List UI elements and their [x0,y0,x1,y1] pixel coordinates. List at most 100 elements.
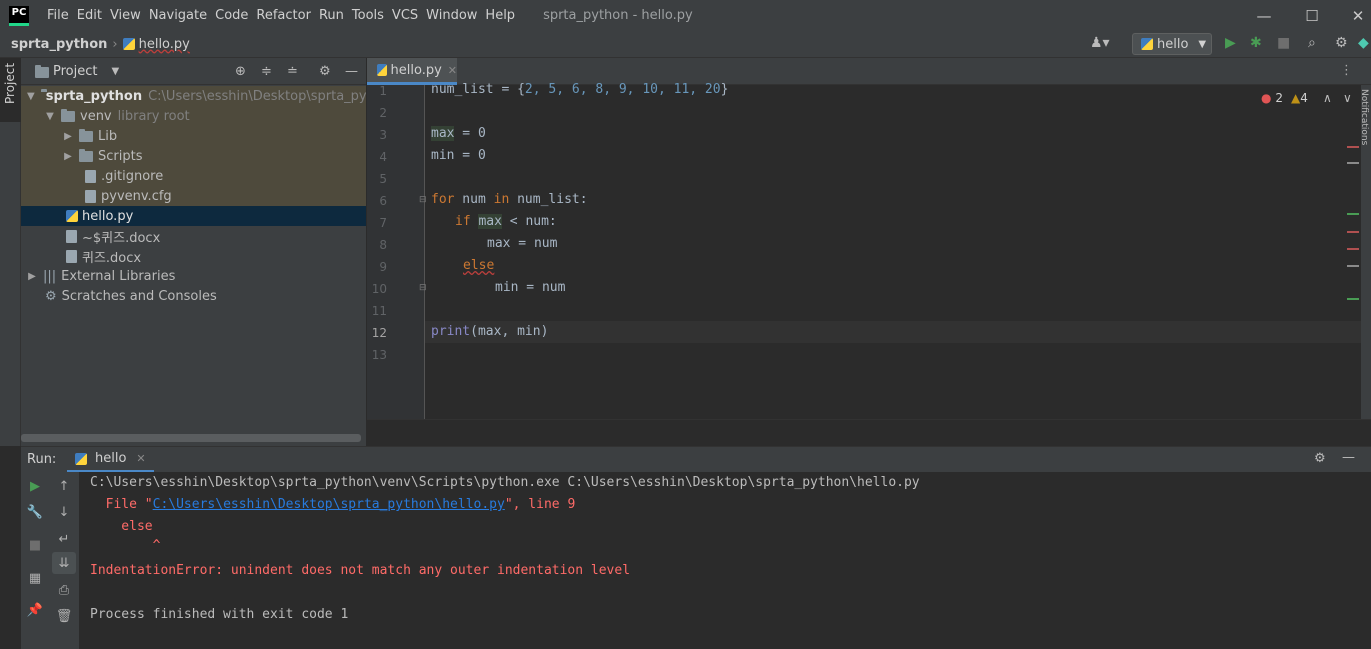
chevron-down-icon[interactable]: ∨ [1343,91,1352,105]
run-console[interactable]: C:\Users\esshin\Desktop\sprta_python\ven… [79,472,1371,649]
close-icon[interactable]: ✕ [136,452,145,465]
close-button[interactable]: ✕ [1335,0,1371,31]
menu-window[interactable]: Window [422,0,481,31]
error-icon: ● [1261,91,1272,105]
search-icon[interactable]: ⌕ [1308,35,1316,51]
editor-tab-bar: hello.py ✕ ⋮ [367,58,1371,85]
print-icon[interactable]: ⎙ [54,580,74,600]
debug-icon[interactable]: ✱ [1250,35,1262,51]
account-icon[interactable]: ♟▾ [1090,35,1110,51]
tree-item-label: .gitignore [101,168,164,184]
run-icon[interactable]: ▶ [1225,35,1236,51]
soft-wrap-icon[interactable]: ↵ [54,529,74,549]
collapse-all-icon[interactable]: ≐ [287,64,298,79]
locate-icon[interactable]: ⊕ [235,64,246,79]
fold-icon[interactable]: ⊟ [419,283,427,293]
chevron-down-icon[interactable]: ▼ [111,66,119,77]
chevron-up-icon[interactable]: ∧ [1323,91,1332,105]
plugin-icon[interactable]: ◆ [1358,35,1369,51]
chevron-down-icon[interactable]: ▼ [45,111,55,122]
error-stripe-mark[interactable] [1347,146,1359,148]
traceback-file-link[interactable]: C:\Users\esshin\Desktop\sprta_python\hel… [153,497,505,512]
minimize-button[interactable]: — [1241,0,1287,31]
tree-item-lib[interactable]: ▶ Lib [21,126,366,146]
gear-icon[interactable]: ⚙ [319,64,331,79]
wrench-icon[interactable]: 🔧 [25,502,45,522]
arrow-up-icon[interactable]: ↑ [54,476,74,496]
menu-tools[interactable]: Tools [348,0,388,31]
stripe-mark[interactable] [1347,213,1359,215]
error-count[interactable]: ● 2 [1261,91,1283,105]
tree-item-label: Lib [98,128,118,144]
chevron-right-icon: › [112,36,118,52]
python-icon [1141,38,1153,50]
stripe-mark[interactable] [1347,298,1359,300]
menu-view[interactable]: View [106,0,145,31]
menu-code[interactable]: Code [211,0,252,31]
menu-navigate[interactable]: Navigate [145,0,211,31]
more-icon[interactable]: ⋮ [1340,63,1353,78]
tree-item-pyvenv[interactable]: pyvenv.cfg [21,186,366,206]
fold-icon[interactable]: ⊟ [419,195,427,205]
stripe-mark[interactable] [1347,265,1359,267]
settings-icon[interactable]: ⚙ [1335,35,1348,51]
arrow-down-icon[interactable]: ↓ [54,502,74,522]
trash-icon[interactable]: 🗑 [54,606,74,626]
tree-item-tmpdoc[interactable]: ~$퀴즈.docx [21,226,366,246]
tree-item-external-libraries[interactable]: ▶ ||| External Libraries [21,266,366,286]
chevron-right-icon[interactable]: ▶ [63,131,73,142]
chevron-down-icon[interactable]: ▼ [27,91,35,102]
menu-help[interactable]: Help [481,0,519,31]
folder-icon [79,148,93,162]
run-tab-hello[interactable]: hello ✕ [67,447,154,473]
rerun-icon[interactable]: ▶ [25,476,45,496]
stop-icon[interactable]: ■ [25,535,45,555]
menu-file[interactable]: File [43,0,73,31]
stripe-mark[interactable] [1347,162,1359,164]
close-icon[interactable]: ✕ [448,64,457,77]
gear-icon[interactable]: ⚙ [1314,451,1326,466]
tab-label: hello.py [390,62,442,78]
menu-run[interactable]: Run [315,0,348,31]
error-stripe-mark[interactable] [1347,248,1359,250]
horizontal-scrollbar[interactable] [21,434,361,442]
maximize-button[interactable]: ☐ [1289,0,1335,31]
pin-icon[interactable]: 📌 [25,600,45,620]
breadcrumb-file[interactable]: hello.py [139,37,190,52]
code-line-6: for num in num_list: [431,192,588,207]
tree-item-hello[interactable]: hello.py [21,206,366,226]
stop-icon[interactable]: ■ [1277,35,1290,51]
hide-icon[interactable]: — [345,64,358,79]
code-line-3: max = 0 [431,126,486,141]
menu-edit[interactable]: Edit [73,0,106,31]
tree-item-gitignore[interactable]: .gitignore [21,166,366,186]
run-config-select[interactable]: hello ▼ [1132,33,1212,55]
tree-item-scripts[interactable]: ▶ Scripts [21,146,366,166]
project-panel-title[interactable]: Project [53,64,97,79]
breadcrumb-project[interactable]: sprta_python [11,37,107,52]
tree-item-label: Scripts [98,148,143,164]
library-icon: ||| [43,268,57,284]
menu-refactor[interactable]: Refactor [252,0,315,31]
code-editor[interactable]: 1 2 3 4 5 6 7 8 9 10 11 12 13 ⊟ ⊟ num_li… [367,82,1361,419]
menu-bar: File Edit View Navigate Code Refactor Ru… [43,0,519,31]
chevron-right-icon[interactable]: ▶ [63,151,73,162]
project-tool-tab[interactable]: Project [0,58,21,122]
tree-item-scratches[interactable]: ⚙ Scratches and Consoles [21,286,366,306]
chevron-right-icon[interactable]: ▶ [27,271,37,282]
code-line-10: min = num [495,280,566,295]
tree-item-root[interactable]: ▼ sprta_python C:\Users\esshin\Desktop\s… [21,86,366,106]
tree-item-quizdoc[interactable]: 퀴즈.docx [21,246,366,266]
expand-all-icon[interactable]: ≑ [261,64,272,79]
tree-item-venv[interactable]: ▼ venv library root [21,106,366,126]
file-icon [85,189,96,203]
hide-icon[interactable]: — [1342,450,1355,465]
error-stripe-mark[interactable] [1347,231,1359,233]
scroll-to-end-icon[interactable]: ⇊ [52,552,76,574]
notifications-tab[interactable]: Notifications [1359,89,1369,145]
line-number: 11 [371,304,387,318]
warning-count[interactable]: ▲4 [1291,91,1308,105]
layout-icon[interactable]: ▦ [25,568,45,588]
menu-vcs[interactable]: VCS [388,0,422,31]
tab-hello-py[interactable]: hello.py ✕ [367,58,457,85]
